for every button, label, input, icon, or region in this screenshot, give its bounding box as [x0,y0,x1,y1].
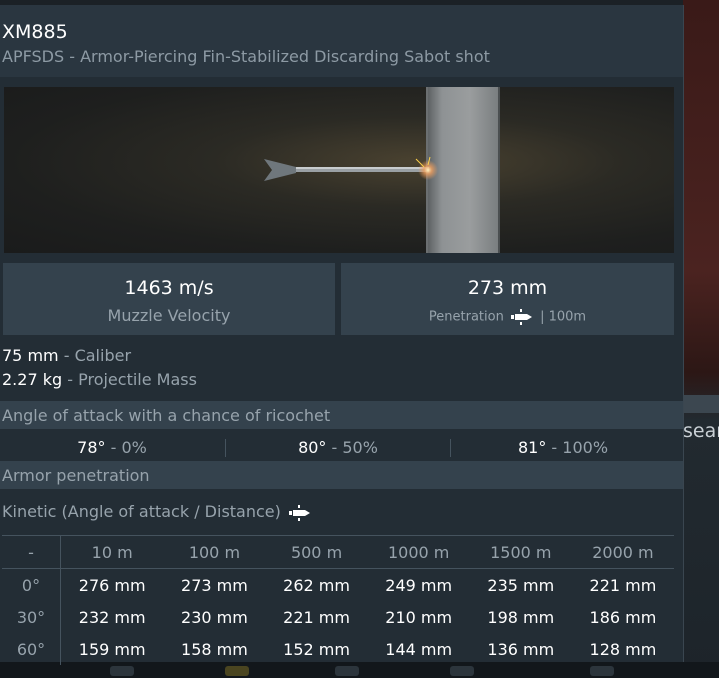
background-scene [683,0,719,678]
table-cell: 158 mm [181,639,248,659]
armor-title: Armor penetration [2,466,150,485]
table-row: 60° 159 mm 158 mm 152 mm 144 mm 136 mm 1… [2,633,674,665]
muzzle-velocity-label: Muzzle Velocity [107,306,231,325]
ricochet-angle: 78° [77,438,106,457]
kinetic-label: Kinetic (Angle of attack / Distance) [2,502,281,521]
column-header: 1000 m [367,535,470,569]
table-cell: 249 mm [385,575,453,595]
kinetic-label-row: Kinetic (Angle of attack / Distance) [2,502,314,521]
muzzle-velocity-box: 1463 m/s Muzzle Velocity [3,263,335,335]
column-header: 1500 m [469,535,572,569]
table-cell: 262 mm [283,575,350,595]
ricochet-title: Angle of attack with a chance of ricoche… [2,406,331,425]
table-cell: 276 mm [78,575,146,595]
ammo-name: XM885 [2,21,68,43]
muzzle-velocity-value: 1463 m/s [124,277,214,299]
ricochet-chance: - 0% [110,438,147,457]
ammo-tooltip: XM885 APFSDS - Armor-Piercing Fin-Stabil… [0,5,684,665]
column-header: 10 m [60,535,164,569]
table-cell: 235 mm [487,575,555,595]
column-header: 2000 m [571,535,674,569]
penetration-box: 273 mm Penetration | 100m [341,263,674,335]
penetration-caption: Penetration | 100m [341,309,674,325]
shell-icon [288,504,310,521]
ammo-description: APFSDS - Armor-Piercing Fin-Stabilized D… [2,47,490,66]
caliber-value: 75 mm [2,346,59,365]
table-row: 0° 276 mm 273 mm 262 mm 249 mm 235 mm 22… [2,568,674,601]
bottom-slot [450,666,474,676]
row-angle: 30° [2,601,61,633]
background-search-text: searc [683,420,719,442]
table-cell: 230 mm [181,607,248,627]
background-strip [683,395,719,413]
penetration-table: - 10 m 100 m 500 m 1000 m 1500 m 2000 m … [2,535,674,665]
ricochet-chance: - 50% [331,438,378,457]
row-angle: 60° [2,633,61,665]
table-cell: 144 mm [385,639,453,659]
projectile-mass-value: 2.27 kg [2,370,63,389]
tooltip-header: XM885 APFSDS - Armor-Piercing Fin-Stabil… [0,5,683,77]
bottom-slot [110,666,134,676]
row-angle: 0° [2,568,61,601]
table-cell: 198 mm [487,607,555,627]
ricochet-chance: - 100% [551,438,609,457]
armor-section-header: Armor penetration [0,461,683,489]
bottom-slot [590,666,614,676]
caliber-row: 75 mm - Caliber [2,346,131,365]
projectile-mass-label: - Projectile Mass [67,370,197,389]
table-cell: 152 mm [283,639,350,659]
ricochet-angle: 80° [298,438,327,457]
ricochet-angle: 81° [517,438,547,457]
table-cell: 128 mm [589,639,657,659]
penetration-animation [4,87,674,253]
table-cell: 210 mm [385,607,453,627]
projectile-graphic [264,156,438,181]
table-cell: 136 mm [487,639,555,659]
bottom-slot [335,666,359,676]
penetration-value: 273 mm [467,277,548,299]
ricochet-section-header: Angle of attack with a chance of ricoche… [0,401,683,429]
ricochet-entry: 81° - 100% [451,433,675,463]
shell-icon [510,309,532,325]
penetration-range: | 100m [540,309,587,325]
table-cell: 186 mm [589,607,657,627]
table-cell: 273 mm [181,575,248,595]
ricochet-entry: 78° - 0% [0,433,224,463]
table-cell: 221 mm [283,607,350,627]
table-cell: 221 mm [589,575,657,595]
table-cell: 232 mm [78,607,146,627]
ricochet-entry: 80° - 50% [226,433,450,463]
bottom-slot [225,666,249,676]
table-cell: 159 mm [78,639,146,659]
column-header: 100 m [163,535,266,569]
caliber-label: - Caliber [63,346,132,365]
penetration-label: Penetration [428,309,504,325]
projectile-mass-row: 2.27 kg - Projectile Mass [2,370,197,389]
table-row: 30° 232 mm 230 mm 221 mm 210 mm 198 mm 1… [2,601,674,633]
column-header: - [2,535,61,569]
column-header: 500 m [265,535,368,569]
table-header-row: - 10 m 100 m 500 m 1000 m 1500 m 2000 m [2,535,674,569]
